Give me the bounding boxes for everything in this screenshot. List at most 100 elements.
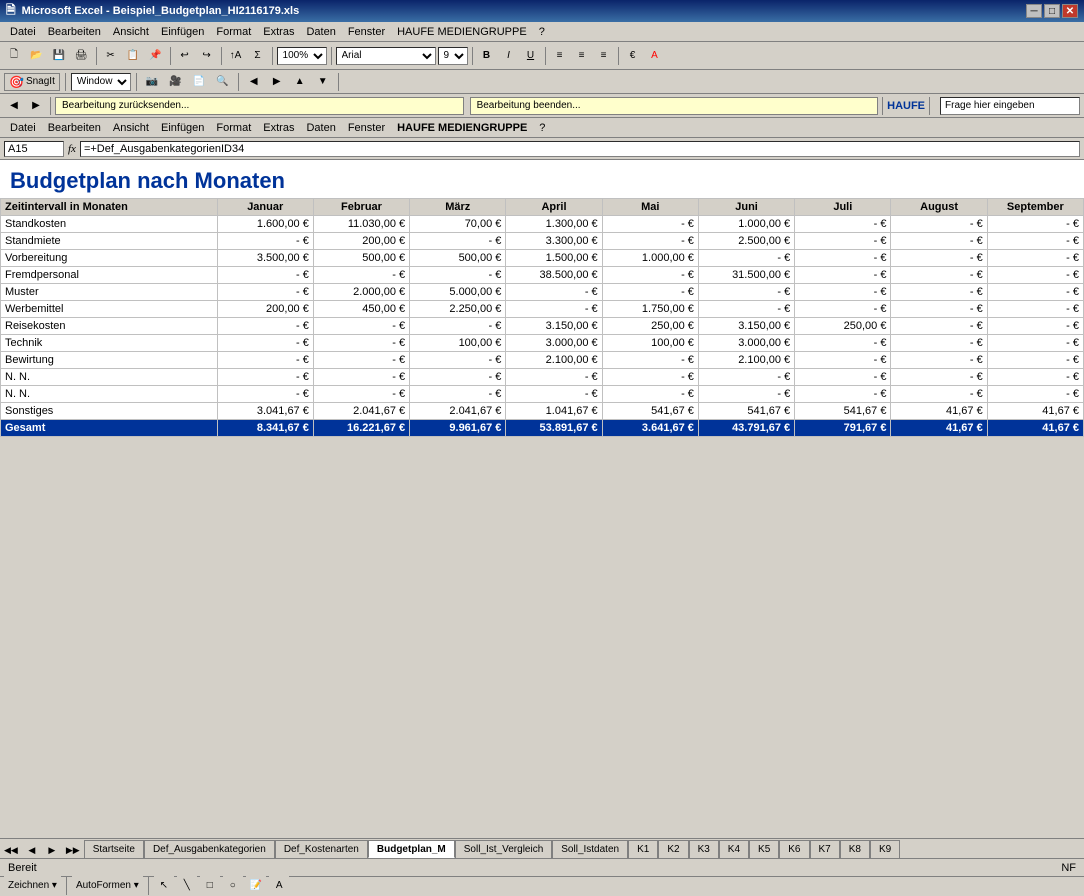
- cell-r7-c0[interactable]: - €: [217, 335, 313, 352]
- cell-r9-c8[interactable]: - €: [987, 369, 1083, 386]
- cell-r5-c6[interactable]: - €: [795, 301, 891, 318]
- cell-r12-c6[interactable]: 791,67 €: [795, 420, 891, 437]
- cell-r2-c2[interactable]: 500,00 €: [410, 250, 506, 267]
- menu-item-format[interactable]: Format: [210, 24, 257, 40]
- cell-r12-c5[interactable]: 43.791,67 €: [698, 420, 794, 437]
- align-center-button[interactable]: ≡: [572, 46, 592, 66]
- cell-r5-c1[interactable]: 450,00 €: [313, 301, 409, 318]
- cell-r11-c4[interactable]: 541,67 €: [602, 403, 698, 420]
- cell-r6-c2[interactable]: - €: [410, 318, 506, 335]
- currency-button[interactable]: €: [623, 46, 643, 66]
- cell-r1-c2[interactable]: - €: [410, 233, 506, 250]
- sheet-tab-k5[interactable]: K5: [749, 840, 779, 858]
- draw-btn1[interactable]: ↖: [154, 876, 174, 896]
- cell-r3-c3[interactable]: 38.500,00 €: [506, 267, 602, 284]
- menu2-item-3[interactable]: Einfügen: [155, 120, 210, 136]
- snagit-arrow1[interactable]: ◀: [244, 72, 264, 92]
- bold-button[interactable]: B: [477, 46, 497, 66]
- cell-r3-c4[interactable]: - €: [602, 267, 698, 284]
- cell-r3-c8[interactable]: - €: [987, 267, 1083, 284]
- cell-r3-c6[interactable]: - €: [795, 267, 891, 284]
- cell-r7-c1[interactable]: - €: [313, 335, 409, 352]
- menu2-item-9[interactable]: ?: [533, 120, 551, 136]
- cell-r4-c2[interactable]: 5.000,00 €: [410, 284, 506, 301]
- cell-r10-c8[interactable]: - €: [987, 386, 1083, 403]
- cell-r4-c7[interactable]: - €: [891, 284, 987, 301]
- cell-r8-c8[interactable]: - €: [987, 352, 1083, 369]
- zeichnen-button[interactable]: Zeichnen ▾: [4, 876, 61, 896]
- snagit-btn4[interactable]: 📄: [189, 72, 209, 92]
- cell-r2-c3[interactable]: 1.500,00 €: [506, 250, 602, 267]
- menu-item-fenster[interactable]: Fenster: [342, 24, 391, 40]
- cell-r5-c8[interactable]: - €: [987, 301, 1083, 318]
- cell-r7-c4[interactable]: 100,00 €: [602, 335, 698, 352]
- font-name-select[interactable]: Arial: [336, 47, 436, 65]
- tab-nav-◀[interactable]: ◀: [22, 842, 42, 858]
- draw-btn6[interactable]: A: [269, 876, 289, 896]
- cell-r12-c8[interactable]: 41,67 €: [987, 420, 1083, 437]
- cell-r2-c7[interactable]: - €: [891, 250, 987, 267]
- menu2-item-6[interactable]: Daten: [300, 120, 341, 136]
- cell-r1-c3[interactable]: 3.300,00 €: [506, 233, 602, 250]
- row-label-12[interactable]: Gesamt: [1, 420, 218, 437]
- cell-r8-c1[interactable]: - €: [313, 352, 409, 369]
- cell-r7-c7[interactable]: - €: [891, 335, 987, 352]
- cell-r9-c6[interactable]: - €: [795, 369, 891, 386]
- cell-r0-c0[interactable]: 1.600,00 €: [217, 216, 313, 233]
- row-label-6[interactable]: Reisekosten: [1, 318, 218, 335]
- sheet-tab-k9[interactable]: K9: [870, 840, 900, 858]
- snagit-btn2[interactable]: 📷: [142, 72, 162, 92]
- cell-r8-c0[interactable]: - €: [217, 352, 313, 369]
- sheet-tab-soll-istdaten[interactable]: Soll_Istdaten: [552, 840, 628, 858]
- menu2-item-8[interactable]: HAUFE MEDIENGRUPPE: [391, 120, 533, 136]
- cell-r1-c0[interactable]: - €: [217, 233, 313, 250]
- sheet-tab-k2[interactable]: K2: [658, 840, 688, 858]
- menu-item-extras[interactable]: Extras: [257, 24, 300, 40]
- sheet-tab-k1[interactable]: K1: [628, 840, 658, 858]
- cell-r0-c1[interactable]: 11.030,00 €: [313, 216, 409, 233]
- cell-r3-c7[interactable]: - €: [891, 267, 987, 284]
- cell-r12-c4[interactable]: 3.641,67 €: [602, 420, 698, 437]
- menu-item-datei[interactable]: Datei: [4, 24, 42, 40]
- cell-r10-c4[interactable]: - €: [602, 386, 698, 403]
- cell-r6-c7[interactable]: - €: [891, 318, 987, 335]
- zoom-select[interactable]: 100%: [277, 47, 327, 65]
- cell-r5-c7[interactable]: - €: [891, 301, 987, 318]
- cell-r12-c7[interactable]: 41,67 €: [891, 420, 987, 437]
- cell-r2-c1[interactable]: 500,00 €: [313, 250, 409, 267]
- snagit-arrow3[interactable]: ▲: [290, 72, 310, 92]
- menu-item-haufe-mediengruppe[interactable]: HAUFE MEDIENGRUPPE: [391, 24, 533, 40]
- draw-btn5[interactable]: 📝: [246, 876, 266, 896]
- row-label-8[interactable]: Bewirtung: [1, 352, 218, 369]
- autoformen-button[interactable]: AutoFormen ▾: [72, 876, 143, 896]
- print-button[interactable]: 🖨: [71, 46, 92, 66]
- draw-btn3[interactable]: □: [200, 876, 220, 896]
- cell-r5-c4[interactable]: 1.750,00 €: [602, 301, 698, 318]
- italic-button[interactable]: I: [499, 46, 519, 66]
- cell-r5-c2[interactable]: 2.250,00 €: [410, 301, 506, 318]
- copy-button[interactable]: 📋: [123, 46, 143, 66]
- sheet-tab-k8[interactable]: K8: [840, 840, 870, 858]
- cell-r11-c0[interactable]: 3.041,67 €: [217, 403, 313, 420]
- cell-r2-c6[interactable]: - €: [795, 250, 891, 267]
- cell-r11-c5[interactable]: 541,67 €: [698, 403, 794, 420]
- cell-r10-c2[interactable]: - €: [410, 386, 506, 403]
- minimize-button[interactable]: ─: [1026, 4, 1042, 18]
- font-color-button[interactable]: A: [645, 46, 665, 66]
- draw-btn2[interactable]: ╲: [177, 876, 197, 896]
- paste-button[interactable]: 📌: [145, 46, 165, 66]
- snagit-arrow4[interactable]: ▼: [313, 72, 333, 92]
- cell-r1-c4[interactable]: - €: [602, 233, 698, 250]
- align-left-button[interactable]: ≡: [550, 46, 570, 66]
- cell-r3-c2[interactable]: - €: [410, 267, 506, 284]
- cell-r12-c3[interactable]: 53.891,67 €: [506, 420, 602, 437]
- snagit-button[interactable]: 🎯 SnagIt: [4, 73, 60, 91]
- cell-r9-c5[interactable]: - €: [698, 369, 794, 386]
- help-search-box[interactable]: Frage hier eingeben: [940, 97, 1080, 115]
- cell-r0-c2[interactable]: 70,00 €: [410, 216, 506, 233]
- cell-r10-c7[interactable]: - €: [891, 386, 987, 403]
- cell-r12-c0[interactable]: 8.341,67 €: [217, 420, 313, 437]
- cell-r4-c0[interactable]: - €: [217, 284, 313, 301]
- cell-r7-c8[interactable]: - €: [987, 335, 1083, 352]
- cell-r1-c5[interactable]: 2.500,00 €: [698, 233, 794, 250]
